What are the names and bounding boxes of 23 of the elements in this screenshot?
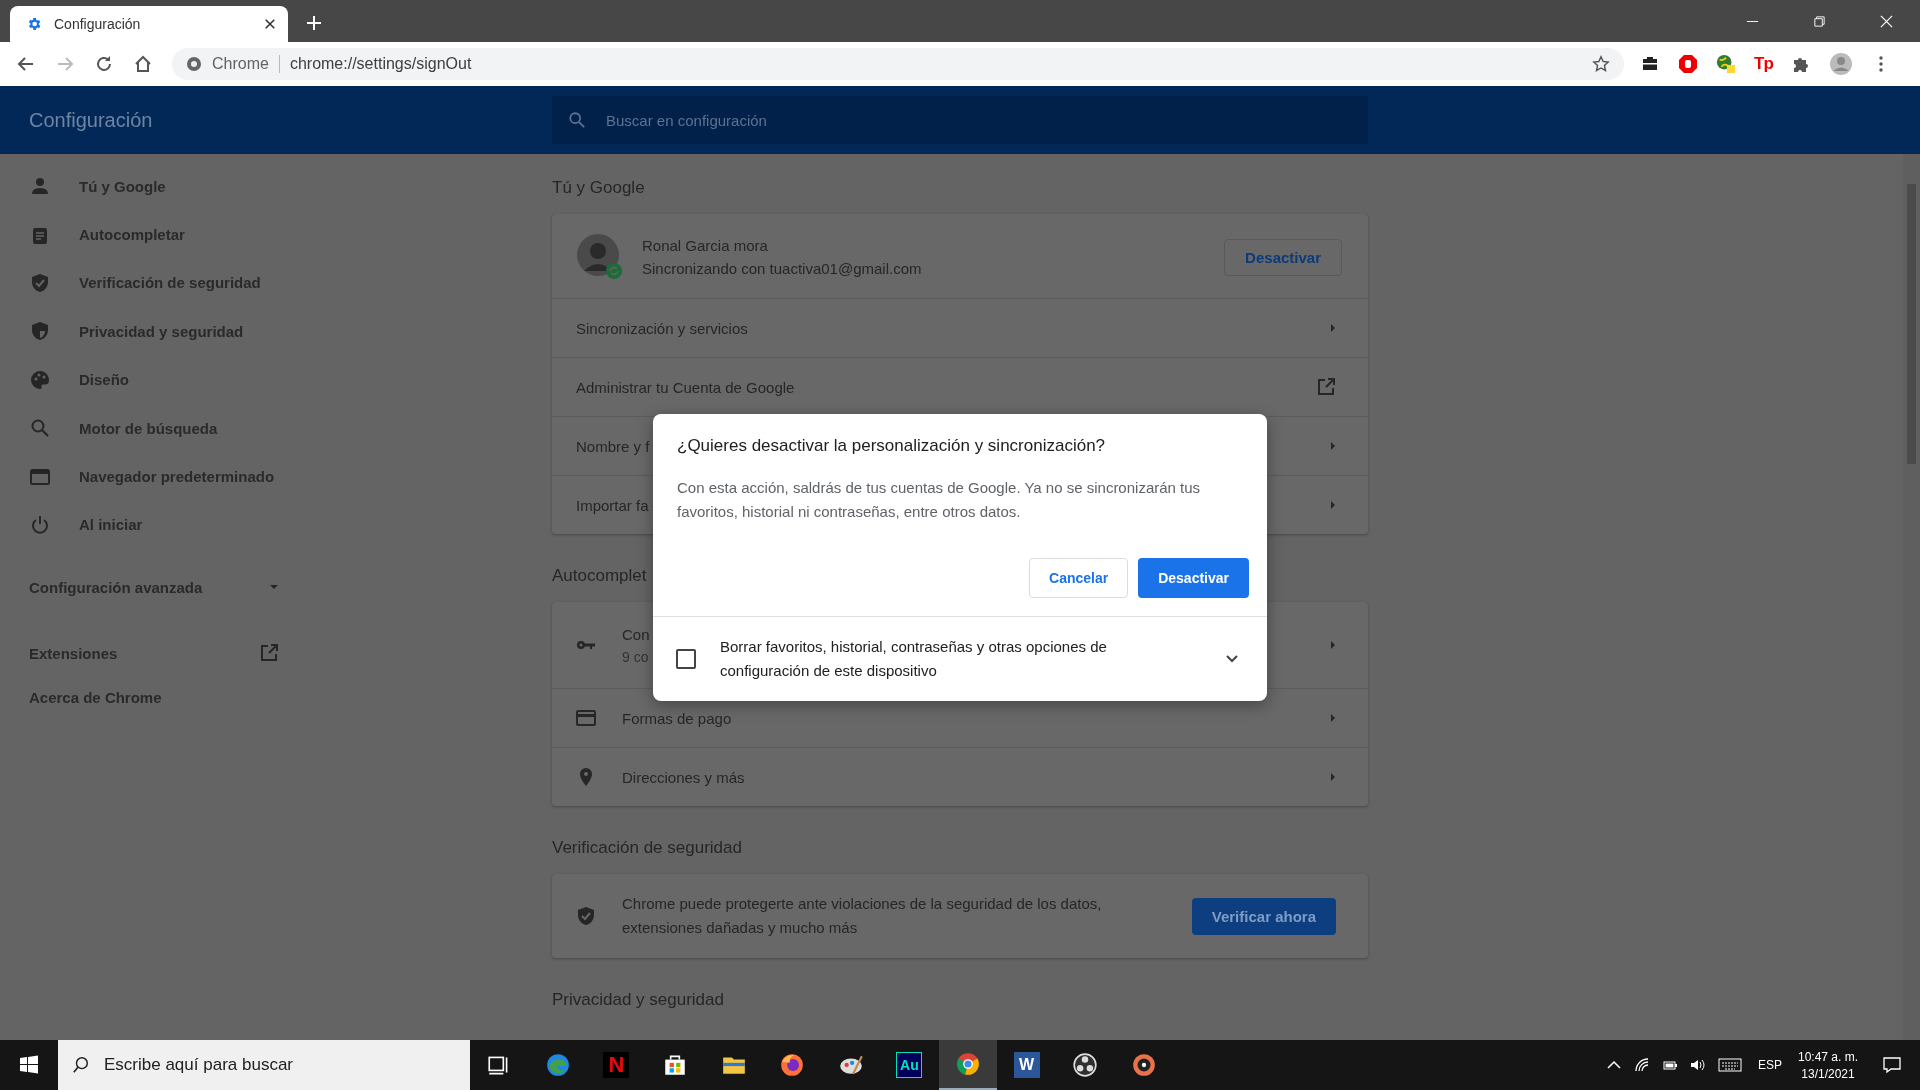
app-logo: Au [896, 1052, 923, 1078]
dialog-message: Con esta acción, saldrás de tus cuentas de Google. Ya no se sincronizarán tus favoritos, historial ni contraseñas, entre otros datos. [676, 478, 1202, 522]
row-label: Formas de pago [622, 709, 732, 727]
row-label: Sincronización y servicios [576, 319, 748, 337]
row-label: Direcciones y más [622, 768, 745, 786]
dialog-title: ¿Quieres desactivar la personalización y sincronización? [676, 435, 1107, 456]
profile-name: Ronal Garcia mora [642, 237, 768, 254]
app-logo: W [1013, 1052, 1040, 1078]
row-label: Importar fa [576, 496, 649, 514]
sync-status: Sincronizando con tuactiva01@gmail.com [642, 260, 922, 277]
page-title: Configuración [28, 108, 154, 132]
section-heading: Autocomplet [552, 566, 647, 586]
checkbox-label: Borrar favoritos, historial, contraseñas y otras opciones de configuración de este dispositivo [720, 637, 1108, 681]
app-logo: N [603, 1052, 630, 1078]
section-heading: Verificación de seguridad [552, 838, 742, 858]
row-label: Nombre y f [576, 437, 650, 455]
row-label: Administrar tu Cuenta de Google [576, 378, 795, 396]
section-heading: Tú y Google [552, 178, 645, 198]
url-text: chrome://settings/signOut [289, 55, 473, 73]
section-heading: Privacidad y seguridad [552, 990, 724, 1010]
site-origin: Chrome [212, 55, 269, 73]
row-label: Con [622, 625, 650, 643]
safety-check-description: Chrome puede protegerte ante violaciones de la seguridad de los datos, extensiones dañadas y mucho más [622, 894, 1103, 938]
